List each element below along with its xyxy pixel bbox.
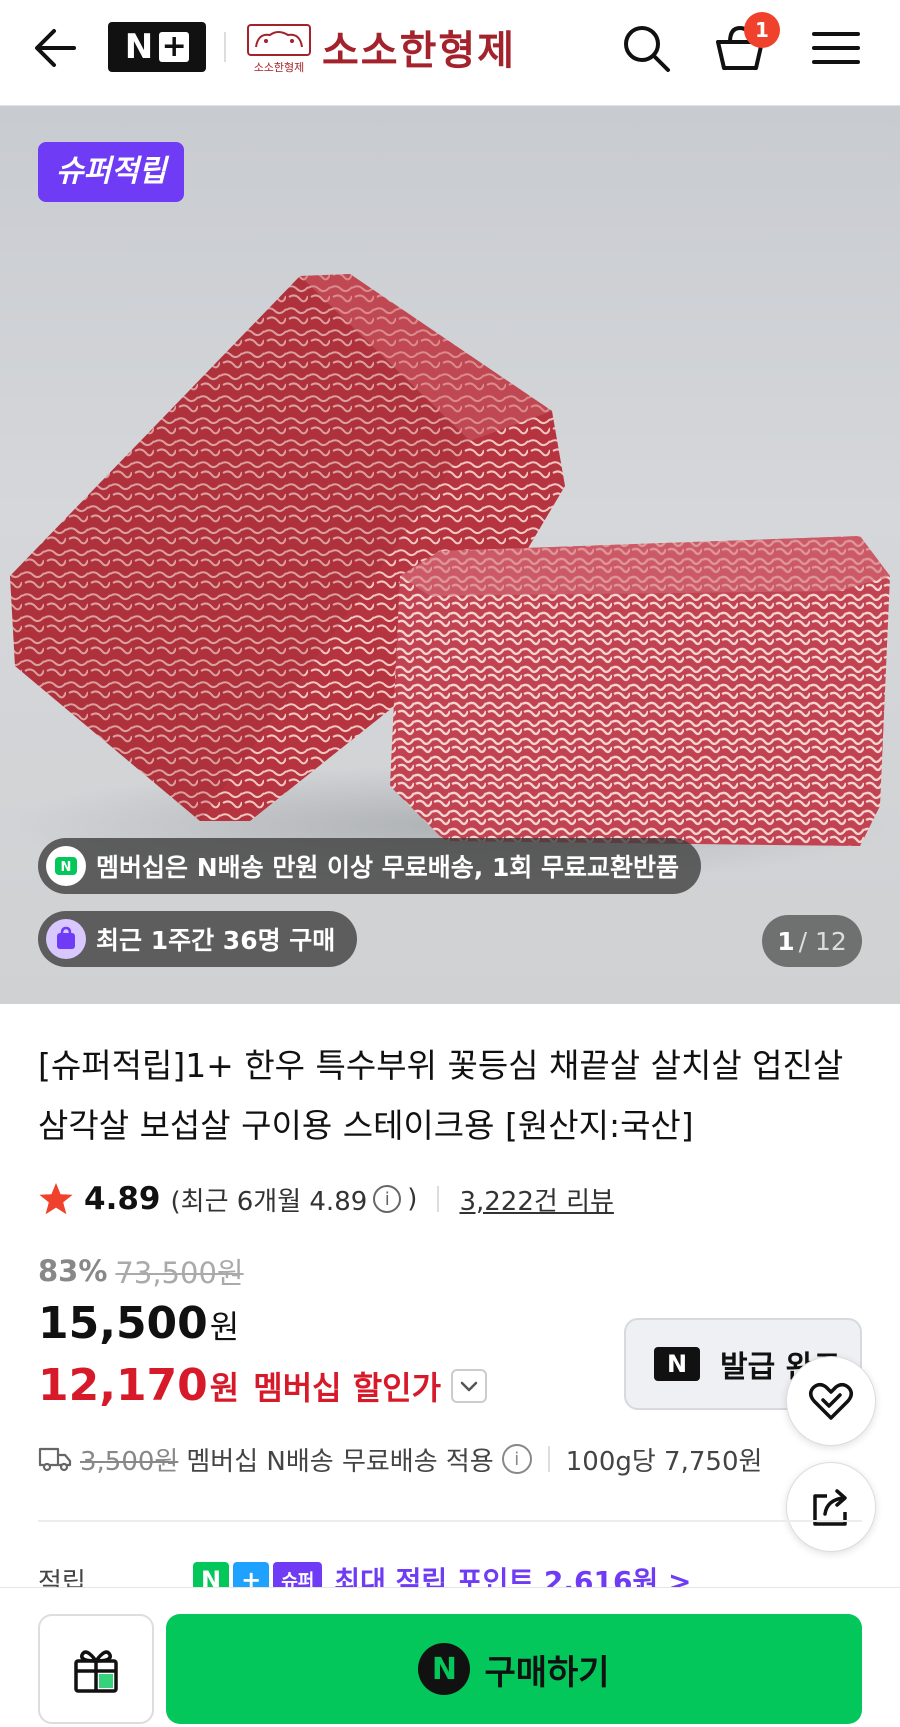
sale-price-number: 15,500 xyxy=(38,1298,208,1349)
image-page-indicator: 1 / 12 xyxy=(762,915,862,967)
membership-benefit-text: 멤버십은 N배송 만원 이상 무료배송, 1회 무료교환반품 xyxy=(96,853,680,882)
nplus-plus-sign: + xyxy=(159,32,190,62)
n-delivery-icon: N xyxy=(46,846,86,886)
member-price-number: 12,170 xyxy=(38,1360,208,1411)
buy-button[interactable]: N 구매하기 xyxy=(166,1614,862,1724)
rating-recent-prefix: (최근 6개월 4.89 xyxy=(170,1186,368,1217)
buy-label: 구매하기 xyxy=(484,1652,610,1693)
chevron-down-icon[interactable] xyxy=(451,1368,488,1403)
bottom-action-bar: N 구매하기 xyxy=(0,1587,900,1727)
search-icon[interactable] xyxy=(618,20,674,76)
hamburger-menu-icon[interactable] xyxy=(808,20,864,76)
discount-percent: 83% xyxy=(38,1254,108,1288)
wishlist-button[interactable] xyxy=(786,1356,876,1446)
member-price-unit: 원 xyxy=(209,1368,240,1407)
recent-purchase-pill: 최근 1주간 36명 구매 xyxy=(38,911,358,967)
info-icon[interactable]: i xyxy=(373,1185,402,1213)
cart-count-badge: 1 xyxy=(744,12,780,48)
shipping-old-fee: 3,500원 xyxy=(80,1446,179,1477)
heart-check-icon xyxy=(809,1383,853,1420)
brand-logo-small-text: 소소한형제 xyxy=(254,61,305,74)
shipping-row: 3,500원 멤버십 N배송 무료배송 적용 i 100g당 7,750원 xyxy=(38,1434,762,1484)
nplus-n-letter: N xyxy=(124,27,154,67)
naver-n-icon: N xyxy=(654,1347,700,1381)
rating-row: 4.89 (최근 6개월 4.89 i ) 3,222건 리뷰 xyxy=(38,1176,614,1222)
page-total: / 12 xyxy=(798,926,847,956)
product-title: [슈퍼적립]1+ 한우 특수부위 꽃등심 채끝살 살치살 업진살 삼각살 보섭살… xyxy=(38,1046,844,1145)
cow-brand-icon: 소소한형제 xyxy=(247,24,311,74)
section-divider xyxy=(38,1520,862,1522)
top-header: N + 소소한형제 소소한형제 1 xyxy=(0,0,900,106)
nplus-store-logo[interactable]: N + xyxy=(108,22,206,72)
gift-button[interactable] xyxy=(38,1614,154,1724)
arrow-left-icon[interactable] xyxy=(30,26,80,70)
truck-icon xyxy=(38,1447,72,1472)
recent-purchase-text: 최근 1주간 36명 구매 xyxy=(96,926,336,955)
gift-icon xyxy=(74,1650,118,1693)
original-price: 73,500원 xyxy=(115,1256,244,1290)
super-points-badge: 슈퍼적립 xyxy=(38,142,185,202)
star-icon xyxy=(39,1183,73,1215)
header-divider xyxy=(224,32,226,62)
brand-logo[interactable]: 소소한형제 소소한형제 xyxy=(244,14,516,80)
page-current: 1 xyxy=(777,926,795,956)
sale-price-unit: 원 xyxy=(209,1308,240,1346)
member-price-row[interactable]: 12,170 원 멤버십 할인가 xyxy=(38,1360,488,1411)
unit-price: 100g당 7,750원 xyxy=(565,1446,763,1477)
product-image-carousel[interactable]: 슈퍼적립 N 멤버십은 N배송 만원 이상 무료배송, 1회 무료교환반품 최근… xyxy=(0,106,900,1004)
membership-benefit-pill[interactable]: N 멤버십은 N배송 만원 이상 무료배송, 1회 무료교환반품 xyxy=(38,838,702,894)
shipping-text: 멤버십 N배송 무료배송 적용 xyxy=(186,1446,494,1477)
rating-separator xyxy=(437,1186,440,1212)
shopping-bag-icon xyxy=(46,919,86,959)
sale-price: 15,500 원 xyxy=(38,1298,239,1349)
shipping-separator xyxy=(547,1446,550,1472)
brand-name: 소소한형제 xyxy=(322,27,516,74)
member-price-label: 멤버십 할인가 xyxy=(253,1368,442,1407)
info-icon[interactable]: i xyxy=(501,1444,532,1474)
naver-pay-icon: N xyxy=(418,1643,471,1695)
svg-text:N: N xyxy=(61,860,72,875)
reviews-link[interactable]: 3,222건 리뷰 xyxy=(459,1181,613,1218)
rating-recent-suffix: ) xyxy=(407,1184,418,1214)
rating-score: 4.89 xyxy=(84,1181,161,1217)
discount-row: 83% 73,500원 xyxy=(38,1250,244,1292)
share-button[interactable] xyxy=(786,1462,876,1552)
